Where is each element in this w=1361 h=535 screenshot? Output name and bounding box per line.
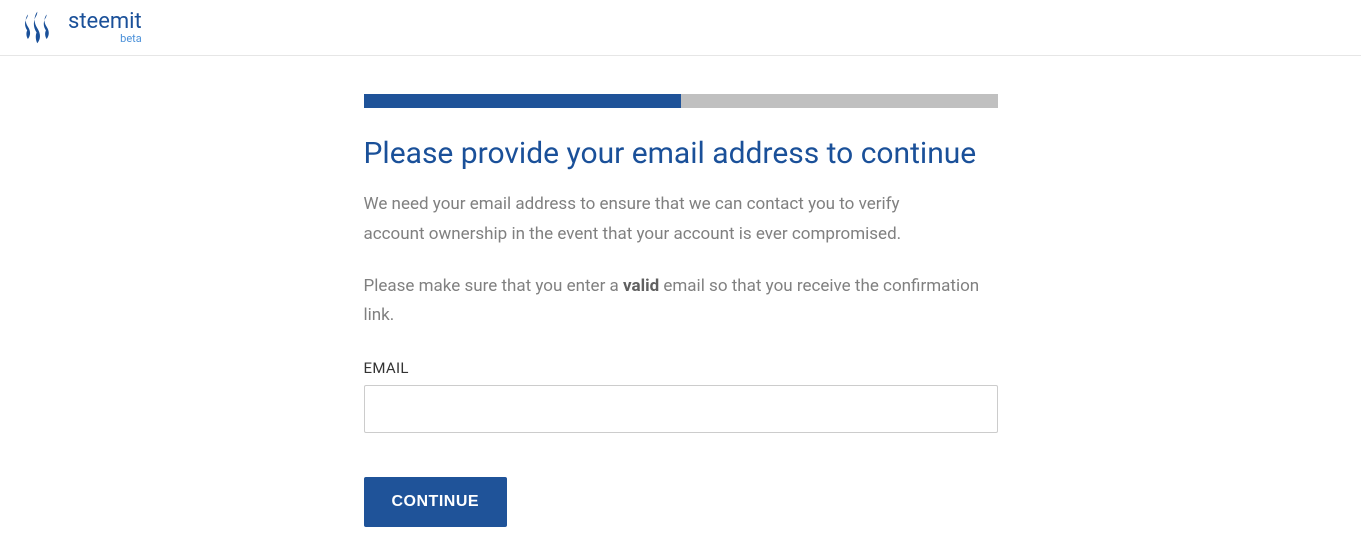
main-content: Please provide your email address to con… [364,56,998,527]
description-text-1: We need your email address to ensure tha… [364,190,964,250]
page-heading: Please provide your email address to con… [364,136,998,172]
header: steemit beta [0,0,1361,56]
brand-text: steemit [68,9,142,34]
desc2-bold: valid [623,276,659,296]
progress-fill [364,94,681,108]
continue-button[interactable]: CONTINUE [364,477,508,527]
desc2-pre: Please make sure that you enter a [364,276,624,296]
brand-name[interactable]: steemit beta [68,11,142,44]
description-text-2: Please make sure that you enter a valid … [364,272,998,332]
email-label: EMAIL [364,359,998,377]
steemit-logo-icon[interactable] [20,8,56,48]
brand-tag: beta [68,33,142,44]
progress-bar [364,94,998,108]
email-input[interactable] [364,385,998,433]
